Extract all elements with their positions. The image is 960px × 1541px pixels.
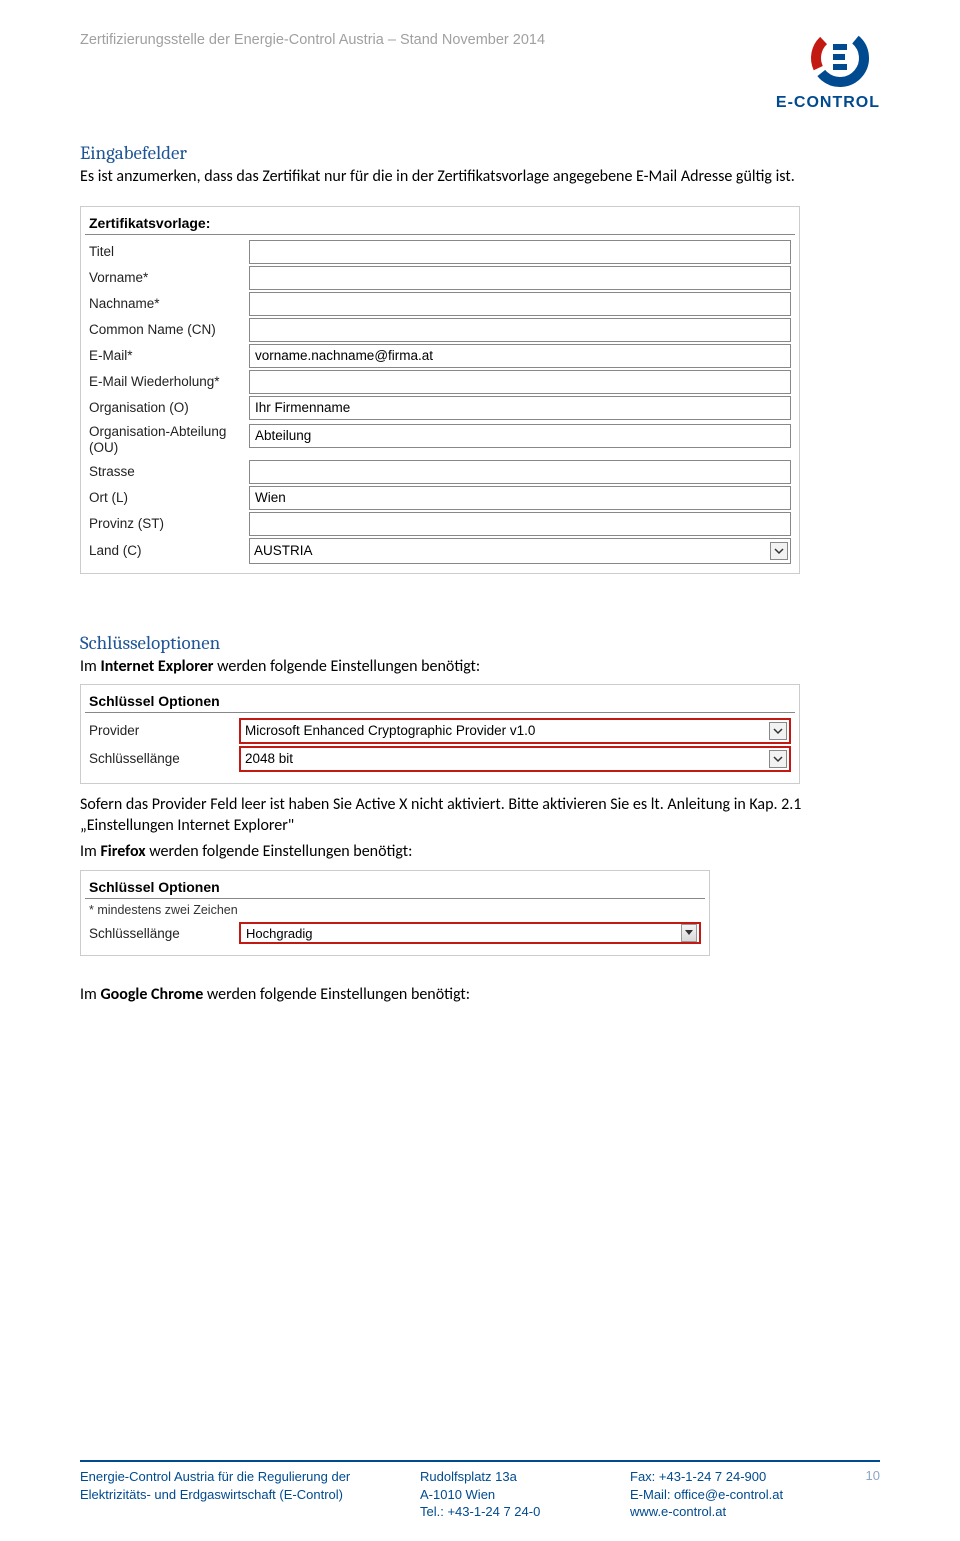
form-title: Schlüssel Optionen bbox=[85, 691, 795, 713]
paragraph: Sofern das Provider Feld leer ist haben … bbox=[80, 794, 880, 837]
input-email[interactable] bbox=[249, 344, 791, 368]
label-email-repeat: E-Mail Wiederholung* bbox=[89, 374, 249, 389]
label-nachname: Nachname* bbox=[89, 296, 249, 311]
select-land[interactable]: AUSTRIA bbox=[249, 538, 791, 564]
chevron-down-icon bbox=[769, 750, 787, 768]
label-keylen: Schlüssellänge bbox=[89, 751, 239, 766]
label-email: E-Mail* bbox=[89, 348, 249, 363]
input-strasse[interactable] bbox=[249, 460, 791, 484]
select-land-value: AUSTRIA bbox=[254, 543, 313, 558]
page-number: 10 bbox=[840, 1468, 880, 1521]
label-provinz: Provinz (ST) bbox=[89, 516, 249, 531]
paragraph: Im Internet Explorer werden folgende Ein… bbox=[80, 656, 880, 678]
label-vorname: Vorname* bbox=[89, 270, 249, 285]
input-provinz[interactable] bbox=[249, 512, 791, 536]
chevron-down-icon bbox=[770, 542, 788, 560]
input-titel[interactable] bbox=[249, 240, 791, 264]
form-title: Schlüssel Optionen bbox=[85, 877, 705, 899]
select-keylen[interactable]: 2048 bit bbox=[239, 746, 791, 772]
footer-addr1: Rudolfsplatz 13a bbox=[420, 1468, 630, 1486]
input-nachname[interactable] bbox=[249, 292, 791, 316]
chevron-down-icon bbox=[769, 722, 787, 740]
input-ou[interactable] bbox=[249, 424, 791, 448]
paragraph: Es ist anzumerken, dass das Zertifikat n… bbox=[80, 166, 880, 188]
label-titel: Titel bbox=[89, 244, 249, 259]
form-schluessel-ff: Schlüssel Optionen * mindestens zwei Zei… bbox=[80, 870, 710, 956]
logo: E-CONTROL bbox=[776, 30, 880, 112]
footer-org-line1: Energie-Control Austria für die Regulier… bbox=[80, 1468, 420, 1486]
input-org[interactable] bbox=[249, 396, 791, 420]
form-note: * mindestens zwei Zeichen bbox=[85, 903, 705, 921]
page-footer: Energie-Control Austria für die Regulier… bbox=[80, 1460, 880, 1521]
select-keylen-ff-value: Hochgradig bbox=[246, 926, 313, 941]
label-keylen-ff: Schlüssellänge bbox=[89, 926, 239, 941]
form-zertifikatsvorlage: Zertifikatsvorlage: Titel Vorname* Nachn… bbox=[80, 206, 800, 574]
select-provider[interactable]: Microsoft Enhanced Cryptographic Provide… bbox=[239, 718, 791, 744]
input-ort[interactable] bbox=[249, 486, 791, 510]
footer-fax: Fax: +43-1-24 7 24-900 bbox=[630, 1468, 840, 1486]
heading-eingabefelder: Eingabefelder bbox=[80, 142, 880, 164]
label-cn: Common Name (CN) bbox=[89, 322, 249, 337]
footer-email: E-Mail: office@e-control.at bbox=[630, 1486, 840, 1504]
footer-addr2: A-1010 Wien bbox=[420, 1486, 630, 1504]
input-vorname[interactable] bbox=[249, 266, 791, 290]
label-ort: Ort (L) bbox=[89, 490, 249, 505]
document-header: Zertifizierungsstelle der Energie-Contro… bbox=[80, 30, 545, 48]
heading-schluesseloptionen: Schlüsseloptionen bbox=[80, 632, 880, 654]
footer-org-line2: Elektrizitäts- und Erdgaswirtschaft (E-C… bbox=[80, 1486, 420, 1504]
label-org: Organisation (O) bbox=[89, 400, 249, 415]
select-keylen-value: 2048 bit bbox=[245, 751, 293, 766]
paragraph: Im Google Chrome werden folgende Einstel… bbox=[80, 984, 880, 1006]
label-provider: Provider bbox=[89, 723, 239, 738]
form-schluessel-ie: Schlüssel Optionen Provider Microsoft En… bbox=[80, 684, 800, 784]
label-strasse: Strasse bbox=[89, 464, 249, 479]
select-provider-value: Microsoft Enhanced Cryptographic Provide… bbox=[245, 723, 535, 738]
paragraph: Im Firefox werden folgende Einstellungen… bbox=[80, 841, 880, 863]
label-ou: Organisation-Abteilung (OU) bbox=[89, 424, 249, 456]
logo-text: E-CONTROL bbox=[776, 94, 880, 112]
dropdown-arrow-icon bbox=[681, 924, 697, 942]
select-keylen-ff[interactable]: Hochgradig bbox=[239, 922, 701, 944]
footer-web: www.e-control.at bbox=[630, 1503, 840, 1521]
label-land: Land (C) bbox=[89, 543, 249, 558]
input-cn[interactable] bbox=[249, 318, 791, 342]
input-email-repeat[interactable] bbox=[249, 370, 791, 394]
footer-tel: Tel.: +43-1-24 7 24-0 bbox=[420, 1503, 630, 1521]
form-title: Zertifikatsvorlage: bbox=[85, 213, 795, 235]
